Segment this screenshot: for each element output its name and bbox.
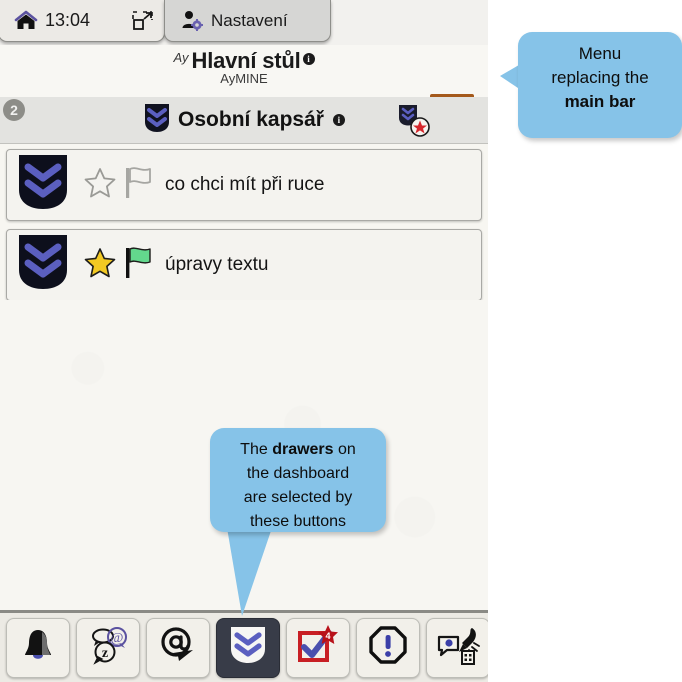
app-title-block: Ay Hlavní stůl i AyMINE [0, 45, 488, 86]
toolbar-button-issues[interactable] [356, 617, 420, 678]
pocket-chevrons-icon [143, 102, 171, 139]
callout-drawers-line1: The drawers on [216, 438, 380, 462]
pocket-chevrons-icon [228, 624, 268, 671]
callout-drawers: The drawers on the dashboard are selecte… [210, 428, 386, 532]
callout-drawers-line2: the dashboard [246, 465, 350, 482]
checkbox-check-icon: 4 [295, 624, 341, 671]
octagon-exclamation-icon [368, 625, 408, 670]
callout-drawers-line1b: drawers [272, 441, 334, 458]
list-item-label: úpravy textu [165, 254, 269, 275]
home-icon [13, 9, 39, 33]
pocket-list: co chci mít při ruce úpravy textu [0, 143, 488, 309]
bottom-toolbar: @ z 4 [0, 610, 488, 682]
flag-outline-icon[interactable] [123, 165, 155, 206]
toolbar-button-messages[interactable]: @ z [76, 617, 140, 678]
bell-icon [18, 625, 58, 670]
star-filled-icon[interactable] [83, 246, 117, 285]
list-item-label: co chci mít při ruce [165, 174, 325, 195]
app-title-bar: Ay Hlavní stůl i AyMINE [0, 45, 488, 130]
section-header: 2 Osobní kapsář i [0, 97, 488, 144]
pocket-chevrons-icon[interactable] [15, 232, 71, 299]
tab-settings[interactable]: Nastavení [164, 0, 331, 42]
pocket-new-star-icon[interactable] [395, 103, 433, 139]
toolbar-button-tasks[interactable]: 4 [286, 617, 350, 678]
star-outline-icon[interactable] [83, 166, 117, 205]
toolbar-button-mail[interactable] [146, 617, 210, 678]
tab-home[interactable]: 13:04 [0, 0, 165, 42]
app-subtitle: AyMINE [220, 71, 268, 86]
chat-bubbles-az-icon: @ z [87, 625, 129, 670]
task-badge-count: 4 [325, 631, 330, 641]
callout-menu: Menu replacing the main bar [518, 32, 682, 138]
rocket-tag-building-icon [436, 625, 480, 670]
svg-text:@: @ [111, 631, 124, 646]
list-item[interactable]: úpravy textu [6, 229, 482, 301]
callout-drawers-line3: are selected by [243, 489, 353, 506]
at-send-icon [157, 625, 199, 670]
svg-text:z: z [102, 646, 108, 661]
section-title: Osobní kapsář [178, 108, 324, 131]
tab-home-label: 13:04 [45, 10, 91, 30]
callout-drawers-line1c: on [333, 441, 356, 458]
toolbar-button-projects[interactable] [426, 617, 488, 678]
callout-drawers-line4: these buttons [249, 513, 347, 530]
callout-drawers-line1a: The [240, 441, 273, 458]
user-settings-icon [179, 9, 205, 33]
expand-icon[interactable] [132, 11, 154, 31]
toolbar-button-notifications[interactable] [6, 617, 70, 678]
ay-mark: Ay [173, 49, 189, 65]
pocket-chevrons-icon[interactable] [15, 152, 71, 219]
tab-settings-label: Nastavení [211, 10, 288, 30]
tab-bar: 13:04 Nastavení [0, 0, 488, 45]
toolbar-button-pocket[interactable] [216, 617, 280, 678]
list-item[interactable]: co chci mít při ruce [6, 149, 482, 221]
callout-menu-line2: replacing the [551, 68, 649, 87]
info-icon[interactable]: i [332, 114, 345, 126]
flag-filled-icon[interactable] [123, 245, 155, 286]
info-icon[interactable]: i [302, 52, 315, 65]
callout-drawers-tail [226, 522, 274, 616]
callout-menu-line1: Menu [578, 44, 622, 63]
callout-menu-line3: main bar [564, 92, 636, 111]
